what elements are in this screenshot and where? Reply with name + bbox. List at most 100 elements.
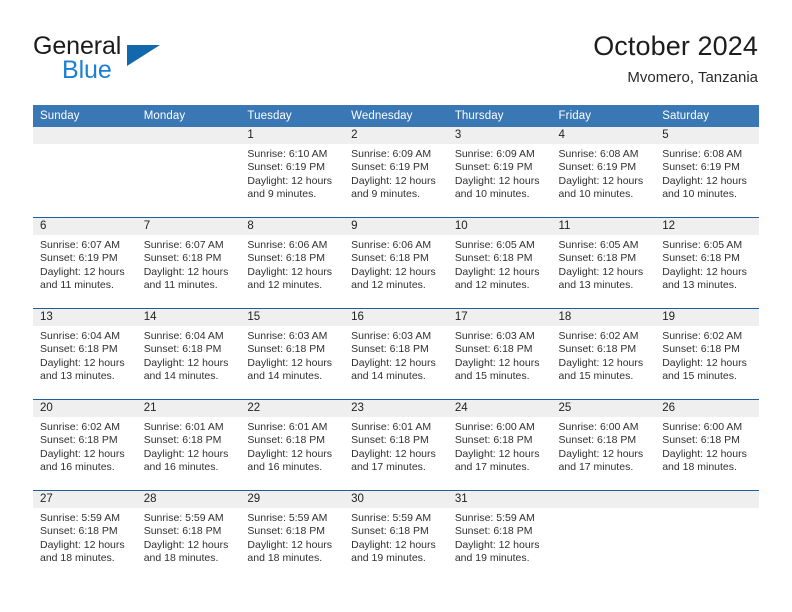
daylight-duration-line1: Daylight: 12 hours: [247, 174, 333, 187]
day-cell-details: Sunrise: 6:02 AM Sunset: 6:18 PM Daylight:…: [655, 326, 759, 384]
day-cell-details: Sunrise: 6:07 AM Sunset: 6:18 PM Daylight:…: [137, 235, 241, 293]
day-cell-details: Sunrise: 6:00 AM Sunset: 6:18 PM Daylight:…: [655, 417, 759, 475]
sunrise-time: Sunrise: 6:00 AM: [454, 421, 535, 433]
sunrise-time: Sunrise: 6:07 AM: [40, 239, 120, 251]
calendar-day-cell[interactable]: 5 Sunrise: 6:08 AM Sunset: 6:19 PM Daylight…: [655, 127, 759, 218]
calendar-day-cell-empty: [551, 490, 656, 581]
day-cell-inner: 15 Sunrise: 6:03 AM Sunset: 6:18 PM Dayligh…: [240, 309, 345, 399]
day-number: 11: [551, 218, 656, 235]
calendar-day-cell[interactable]: 17 Sunrise: 6:03 AM Sunset: 6:18 PM Dayligh…: [447, 308, 552, 400]
daylight-duration-line1: Daylight: 12 hours: [351, 174, 436, 187]
sunrise-time: Sunrise: 6:02 AM: [558, 330, 639, 342]
calendar-day-cell[interactable]: 23 Sunrise: 6:01 AM Sunset: 6:18 PM Dayligh…: [344, 399, 448, 491]
calendar-day-cell[interactable]: 29 Sunrise: 5:59 AM Sunset: 6:18 PM Dayligh…: [240, 490, 345, 581]
day-number: 21: [136, 400, 241, 417]
day-cell-details: Sunrise: 6:05 AM Sunset: 6:18 PM Daylight:…: [448, 235, 552, 293]
calendar-day-cell[interactable]: 31 Sunrise: 5:59 AM Sunset: 6:18 PM Dayligh…: [447, 490, 552, 581]
calendar-day-cell[interactable]: 13 Sunrise: 6:04 AM Sunset: 6:18 PM Dayligh…: [33, 308, 137, 400]
day-cell-inner: [33, 127, 137, 217]
calendar-day-cell[interactable]: 2 Sunrise: 6:09 AM Sunset: 6:19 PM Daylight…: [344, 127, 448, 218]
weekday-header-tuesday: Tuesday: [240, 105, 345, 127]
calendar-day-cell[interactable]: 1 Sunrise: 6:10 AM Sunset: 6:19 PM Daylight…: [240, 127, 345, 218]
calendar-day-cell[interactable]: 26 Sunrise: 6:00 AM Sunset: 6:18 PM Dayligh…: [655, 399, 759, 491]
calendar-day-cell[interactable]: 16 Sunrise: 6:03 AM Sunset: 6:18 PM Dayligh…: [344, 308, 448, 400]
daylight-duration-line2: and 15 minutes.: [558, 370, 634, 383]
brand-logo[interactable]: General Blue: [33, 33, 263, 85]
calendar-day-cell[interactable]: 20 Sunrise: 6:02 AM Sunset: 6:18 PM Dayligh…: [33, 399, 137, 491]
day-cell-inner: [655, 491, 759, 581]
calendar-day-cell[interactable]: 24 Sunrise: 6:00 AM Sunset: 6:18 PM Dayligh…: [447, 399, 552, 491]
calendar-day-cell[interactable]: 4 Sunrise: 6:08 AM Sunset: 6:19 PM Daylight…: [551, 127, 656, 218]
day-number: 12: [655, 218, 759, 235]
calendar-day-cell[interactable]: 6 Sunrise: 6:07 AM Sunset: 6:19 PM Daylight…: [33, 217, 137, 309]
day-cell-inner: 23 Sunrise: 6:01 AM Sunset: 6:18 PM Dayligh…: [344, 400, 448, 490]
day-number: 14: [136, 309, 241, 326]
sunset-time: Sunset: 6:19 PM: [247, 161, 326, 174]
daylight-duration-line1: Daylight: 12 hours: [454, 174, 540, 187]
sunrise-time: Sunrise: 6:05 AM: [454, 239, 535, 251]
calendar-day-cell[interactable]: 25 Sunrise: 6:00 AM Sunset: 6:18 PM Dayligh…: [551, 399, 656, 491]
daylight-duration-line2: and 19 minutes.: [454, 552, 530, 565]
calendar-day-cell[interactable]: 3 Sunrise: 6:09 AM Sunset: 6:19 PM Daylight…: [447, 127, 552, 218]
daylight-duration-line1: Daylight: 12 hours: [351, 265, 436, 278]
day-cell-details: [655, 508, 759, 512]
sunset-time: Sunset: 6:18 PM: [143, 434, 222, 447]
day-cell-details: Sunrise: 6:10 AM Sunset: 6:19 PM Daylight:…: [240, 144, 344, 202]
daylight-duration-line1: Daylight: 12 hours: [351, 447, 436, 460]
daylight-duration-line1: Daylight: 12 hours: [143, 356, 229, 369]
calendar-day-cell[interactable]: 30 Sunrise: 5:59 AM Sunset: 6:18 PM Dayligh…: [344, 490, 448, 581]
calendar-day-cell[interactable]: 14 Sunrise: 6:04 AM Sunset: 6:18 PM Dayligh…: [136, 308, 241, 400]
calendar-day-cell[interactable]: 21 Sunrise: 6:01 AM Sunset: 6:18 PM Dayligh…: [136, 399, 241, 491]
calendar-day-cell[interactable]: 11 Sunrise: 6:05 AM Sunset: 6:18 PM Dayligh…: [551, 217, 656, 309]
weekday-header-thursday: Thursday: [447, 105, 552, 127]
daylight-duration-line1: Daylight: 12 hours: [454, 447, 540, 460]
sunset-time: Sunset: 6:18 PM: [662, 252, 740, 265]
calendar-day-cell[interactable]: 27 Sunrise: 5:59 AM Sunset: 6:18 PM Dayligh…: [33, 490, 137, 581]
calendar-day-cell-empty: [136, 127, 241, 218]
day-number: 10: [447, 218, 552, 235]
calendar-body: 1 Sunrise: 6:10 AM Sunset: 6:19 PM Daylight…: [33, 127, 759, 581]
calendar-day-cell[interactable]: 8 Sunrise: 6:06 AM Sunset: 6:18 PM Daylight…: [240, 217, 345, 309]
day-cell-details: Sunrise: 6:01 AM Sunset: 6:18 PM Daylight:…: [137, 417, 241, 475]
calendar-day-cell[interactable]: 18 Sunrise: 6:02 AM Sunset: 6:18 PM Dayligh…: [551, 308, 656, 400]
daylight-duration-line2: and 19 minutes.: [351, 552, 426, 565]
sunset-time: Sunset: 6:19 PM: [558, 161, 637, 174]
sunset-time: Sunset: 6:18 PM: [454, 434, 533, 447]
day-number: 7: [136, 218, 241, 235]
calendar-day-cell[interactable]: 19 Sunrise: 6:02 AM Sunset: 6:18 PM Dayligh…: [655, 308, 759, 400]
calendar-day-cell[interactable]: 7 Sunrise: 6:07 AM Sunset: 6:18 PM Daylight…: [136, 217, 241, 309]
daylight-duration-line1: Daylight: 12 hours: [558, 265, 644, 278]
sunset-time: Sunset: 6:18 PM: [454, 343, 533, 356]
daylight-duration-line2: and 14 minutes.: [351, 370, 426, 383]
daylight-duration-line2: and 9 minutes.: [247, 188, 317, 201]
day-cell-inner: 21 Sunrise: 6:01 AM Sunset: 6:18 PM Dayligh…: [136, 400, 241, 490]
sunrise-time: Sunrise: 6:05 AM: [662, 239, 743, 251]
calendar-day-cell[interactable]: 10 Sunrise: 6:05 AM Sunset: 6:18 PM Dayligh…: [447, 217, 552, 309]
daylight-duration-line2: and 18 minutes.: [662, 461, 737, 474]
calendar-week-row: 6 Sunrise: 6:07 AM Sunset: 6:19 PM Daylight…: [33, 217, 759, 309]
day-cell-details: Sunrise: 6:05 AM Sunset: 6:18 PM Daylight:…: [552, 235, 656, 293]
calendar-day-cell[interactable]: 22 Sunrise: 6:01 AM Sunset: 6:18 PM Dayligh…: [240, 399, 345, 491]
daylight-duration-line2: and 9 minutes.: [351, 188, 420, 201]
calendar-day-cell[interactable]: 28 Sunrise: 5:59 AM Sunset: 6:18 PM Dayligh…: [136, 490, 241, 581]
day-cell-inner: 7 Sunrise: 6:07 AM Sunset: 6:18 PM Daylight…: [136, 218, 241, 308]
calendar-day-cell[interactable]: 9 Sunrise: 6:06 AM Sunset: 6:18 PM Daylight…: [344, 217, 448, 309]
day-cell-details: Sunrise: 5:59 AM Sunset: 6:18 PM Daylight:…: [344, 508, 448, 566]
daylight-duration-line2: and 17 minutes.: [454, 461, 530, 474]
daylight-duration-line1: Daylight: 12 hours: [247, 356, 333, 369]
sunrise-time: Sunrise: 6:10 AM: [247, 148, 328, 160]
day-cell-details: Sunrise: 6:02 AM Sunset: 6:18 PM Daylight:…: [552, 326, 656, 384]
calendar-day-cell[interactable]: 12 Sunrise: 6:05 AM Sunset: 6:18 PM Dayligh…: [655, 217, 759, 309]
sunrise-time: Sunrise: 6:06 AM: [247, 239, 328, 251]
daylight-duration-line2: and 15 minutes.: [454, 370, 530, 383]
sunset-time: Sunset: 6:18 PM: [351, 252, 429, 265]
sunset-time: Sunset: 6:19 PM: [662, 161, 740, 174]
day-number: 13: [33, 309, 137, 326]
day-number: [551, 491, 656, 508]
calendar-day-cell[interactable]: 15 Sunrise: 6:03 AM Sunset: 6:18 PM Dayligh…: [240, 308, 345, 400]
sunset-time: Sunset: 6:18 PM: [40, 343, 118, 356]
sunrise-time: Sunrise: 5:59 AM: [351, 512, 432, 524]
daylight-duration-line1: Daylight: 12 hours: [40, 538, 125, 551]
daylight-duration-line1: Daylight: 12 hours: [454, 356, 540, 369]
daylight-duration-line1: Daylight: 12 hours: [662, 447, 747, 460]
